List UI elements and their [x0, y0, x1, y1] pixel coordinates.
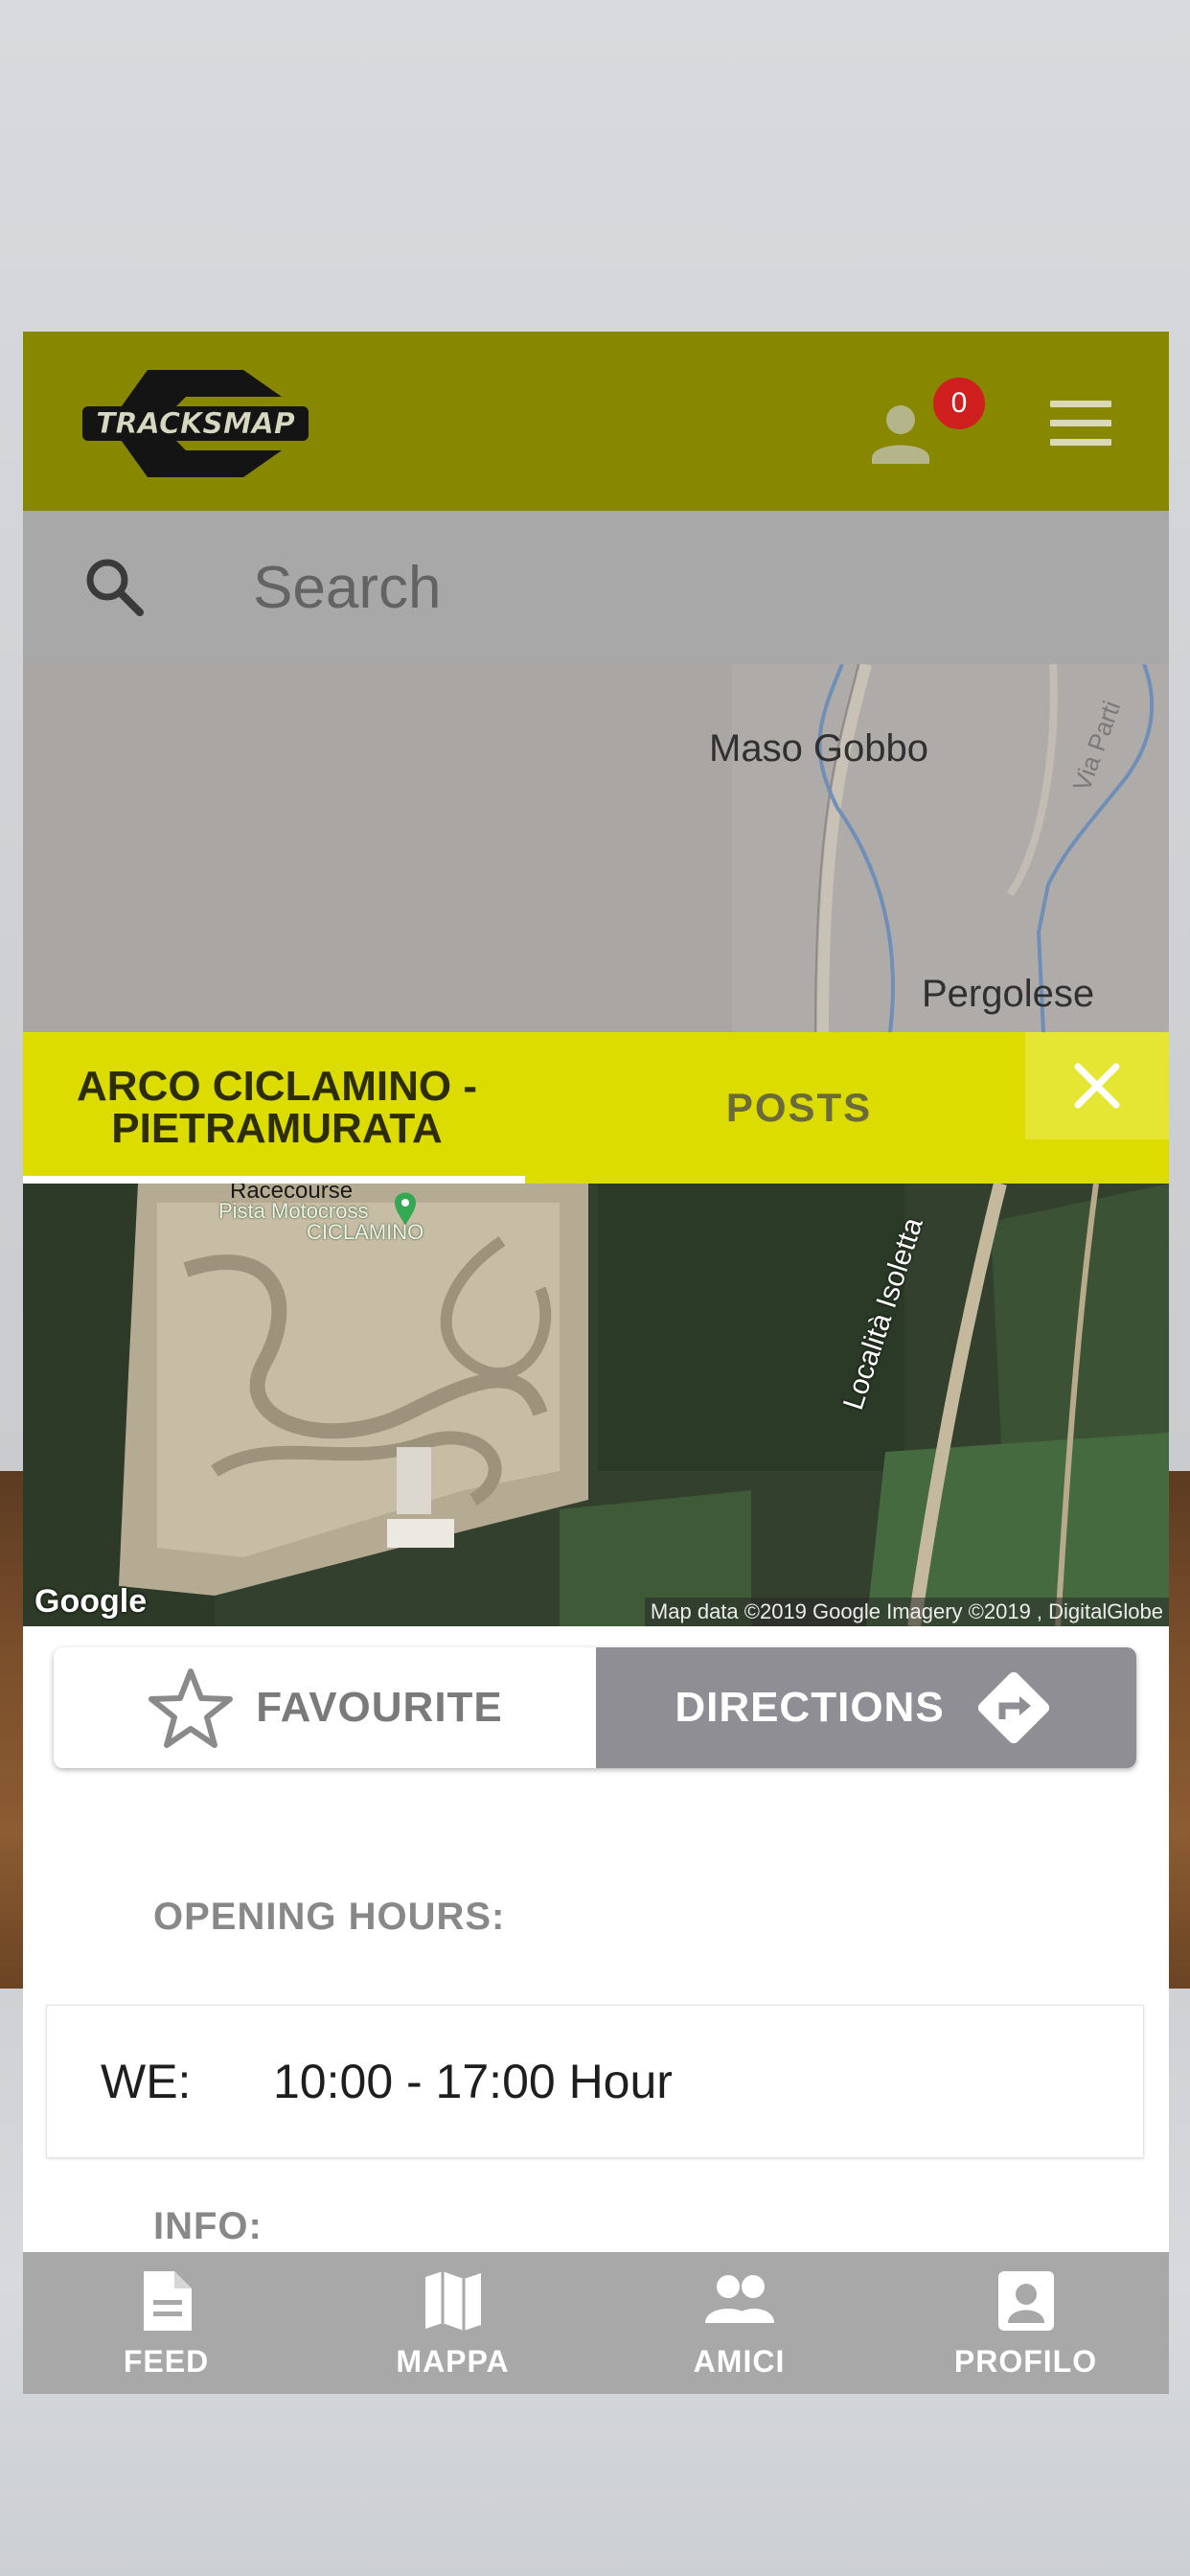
nav-amici[interactable]: AMICI: [596, 2252, 882, 2394]
notifications-button[interactable]: 0: [866, 378, 985, 473]
sat-label-ciclamino: CICLAMINO: [307, 1220, 424, 1244]
nav-mappa[interactable]: MAPPA: [309, 2252, 596, 2394]
nav-profilo-label: PROFILO: [953, 2343, 1098, 2379]
star-icon: [149, 1668, 234, 1748]
search-icon[interactable]: [80, 553, 149, 622]
favourite-label: FAVOURITE: [256, 1684, 503, 1731]
close-button[interactable]: [1025, 1032, 1169, 1139]
people-icon: [704, 2274, 774, 2323]
nav-feed-label: FEED: [123, 2343, 210, 2379]
logo-text: TRACKSMAP: [96, 407, 295, 441]
app-screen: TRACKSMAP 0 Maso Gobbo: [23, 332, 1169, 2394]
tab-track-label-line2: PIETRAMURATA: [111, 1105, 443, 1152]
nav-mappa-label: MAPPA: [396, 2343, 510, 2379]
opening-hours-title: OPENING HOURS:: [153, 1896, 506, 1938]
bottom-navigation: FEED MAPPA AMICI PROFILO: [23, 2252, 1169, 2394]
detail-tabs: ARCO CICLAMINO - PIETRAMURATA POSTS: [23, 1032, 1169, 1184]
search-bar: [23, 511, 1169, 664]
nav-amici-label: AMICI: [693, 2343, 786, 2379]
satellite-imagery: [23, 1184, 1169, 1626]
app-header: TRACKSMAP 0: [23, 332, 1169, 511]
directions-label: DIRECTIONS: [675, 1684, 945, 1731]
directions-icon: [977, 1671, 1049, 1744]
favourite-button[interactable]: FAVOURITE: [54, 1647, 596, 1768]
notification-badge: 0: [933, 378, 985, 429]
street-map[interactable]: Maso Gobbo Via Parti Pergolese: [23, 664, 1169, 1032]
info-title: INFO:: [153, 2205, 263, 2247]
map-icon: [424, 2270, 481, 2331]
hours-day: WE:: [101, 2055, 192, 2108]
directions-button[interactable]: DIRECTIONS: [596, 1647, 1136, 1768]
tab-indicator: [23, 1176, 525, 1184]
nav-profilo[interactable]: PROFILO: [882, 2252, 1169, 2394]
close-icon: [1074, 1063, 1120, 1109]
map-label-pergolese: Pergolese: [922, 973, 1095, 1015]
satellite-map[interactable]: Racecourse Pista Motocross CICLAMINO Loc…: [23, 1184, 1169, 1626]
user-icon: [872, 405, 929, 464]
nav-feed[interactable]: FEED: [23, 2252, 309, 2394]
map-attribution[interactable]: Map data ©2019 Google Imagery ©2019 , Di…: [644, 1598, 1169, 1626]
search-input[interactable]: [253, 549, 1115, 626]
hours-time: 10:00 - 17:00 Hour: [273, 2055, 673, 2108]
tracksmap-logo[interactable]: TRACKSMAP: [80, 358, 310, 489]
tab-posts[interactable]: POSTS: [579, 1032, 1019, 1184]
hamburger-menu-icon[interactable]: [1050, 401, 1111, 447]
action-buttons: FAVOURITE DIRECTIONS: [54, 1647, 1136, 1768]
document-icon: [143, 2270, 192, 2331]
tab-track-info[interactable]: ARCO CICLAMINO - PIETRAMURATA: [23, 1032, 531, 1184]
opening-hours-card: WE: 10:00 - 17:00 Hour: [46, 2005, 1144, 2158]
google-watermark: Google: [34, 1583, 148, 1620]
tab-track-label-line1: ARCO CICLAMINO -: [77, 1063, 477, 1110]
profile-icon: [997, 2270, 1054, 2331]
map-label-maso-gobbo: Maso Gobbo: [709, 727, 929, 770]
